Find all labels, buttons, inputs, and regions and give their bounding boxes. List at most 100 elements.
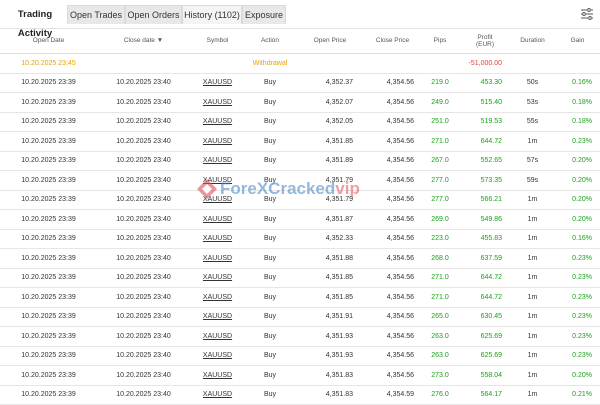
table-row[interactable]: 10.20.2025 23:39 10.20.2025 23:40 XAUUSD Bu… [0, 326, 600, 347]
cell-close-date: 10.20.2025 23:40 [97, 385, 190, 405]
cell-symbol[interactable]: XAUUSD [190, 209, 245, 230]
cell-close-price: 4,354.56 [365, 287, 420, 308]
cell-open-price: 4,351.85 [295, 268, 365, 288]
cell-symbol[interactable]: XAUUSD [190, 385, 245, 405]
cell-action: Buy [245, 170, 295, 191]
cell-action: Buy [245, 326, 295, 347]
col-open-date[interactable]: Open Date [0, 28, 97, 54]
col-action[interactable]: Action [245, 28, 295, 54]
col-profit[interactable]: Profit (EUR) [460, 28, 510, 54]
cell-open-price: 4,352.07 [295, 92, 365, 113]
cell-duration: 1m [510, 385, 555, 405]
cell-symbol[interactable]: XAUUSD [190, 151, 245, 171]
cell-duration: 53s [510, 92, 555, 113]
table-header-row: Open Date Close date ▼ Symbol Action Ope… [0, 28, 600, 54]
table-row[interactable]: 10.20.2025 23:39 10.20.2025 23:40 XAUUSD Bu… [0, 307, 600, 327]
cell-symbol[interactable]: XAUUSD [190, 190, 245, 210]
col-close-price[interactable]: Close Price [365, 28, 420, 54]
cell-gain: 0.23% [555, 307, 600, 327]
cell-symbol[interactable]: XAUUSD [190, 326, 245, 347]
cell-symbol[interactable]: XAUUSD [190, 73, 245, 93]
withdrawal-row: 10.20.2025 23:45 Withdrawal -51,000.00 [0, 53, 600, 74]
cell-pips: 271.0 [420, 268, 460, 288]
cell-open-price: 4,351.79 [295, 190, 365, 210]
cell-duration: 59s [510, 170, 555, 191]
cell-pips: 223.0 [420, 229, 460, 249]
cell-action: Buy [245, 365, 295, 386]
tab-exposure[interactable]: Exposure [242, 5, 286, 24]
table-row[interactable]: 10.20.2025 23:39 10.20.2025 23:40 XAUUSD Bu… [0, 346, 600, 366]
cell-open-price: 4,352.37 [295, 73, 365, 93]
cell-pips: 269.0 [420, 209, 460, 230]
cell-profit: 573.35 [460, 170, 510, 191]
tab-trading-activity[interactable]: Trading Activity [0, 5, 70, 39]
cell-open-price: 4,351.85 [295, 131, 365, 152]
cell-close-date: 10.20.2025 23:40 [97, 73, 190, 93]
cell-gain: 0.23% [555, 346, 600, 366]
cell-gain: 0.18% [555, 92, 600, 113]
table-row[interactable]: 10.20.2025 23:39 10.20.2025 23:40 XAUUSD Bu… [0, 92, 600, 113]
col-gain[interactable]: Gain [555, 28, 600, 54]
tab-open-trades[interactable]: Open Trades [67, 5, 125, 24]
cell-symbol[interactable]: XAUUSD [190, 365, 245, 386]
sort-desc-icon: ▼ [156, 37, 164, 44]
col-open-price[interactable]: Open Price [295, 28, 365, 54]
table-row[interactable]: 10.20.2025 23:39 10.20.2025 23:40 XAUUSD Bu… [0, 209, 600, 230]
cell-close-date: 10.20.2025 23:40 [97, 365, 190, 386]
col-duration[interactable]: Duration [510, 28, 555, 54]
cell-profit: 519.53 [460, 112, 510, 132]
cell-open-date: 10.20.2025 23:39 [0, 73, 97, 93]
cell-action: Buy [245, 209, 295, 230]
cell-symbol[interactable]: XAUUSD [190, 170, 245, 191]
table-row[interactable]: 10.20.2025 23:39 10.20.2025 23:40 XAUUSD Bu… [0, 365, 600, 386]
cell-close-date: 10.20.2025 23:40 [97, 151, 190, 171]
table-row[interactable]: 10.20.2025 23:39 10.20.2025 23:40 XAUUSD Bu… [0, 268, 600, 288]
cell-duration: 1m [510, 326, 555, 347]
cell-close-date: 10.20.2025 23:40 [97, 326, 190, 347]
cell-close-price: 4,354.56 [365, 73, 420, 93]
cell-action: Buy [245, 190, 295, 210]
col-symbol[interactable]: Symbol [190, 28, 245, 54]
cell-close-date: 10.20.2025 23:40 [97, 131, 190, 152]
cell-pips: 249.0 [420, 92, 460, 113]
cell-symbol[interactable]: XAUUSD [190, 92, 245, 113]
cell-profit: 552.65 [460, 151, 510, 171]
cell-symbol[interactable]: XAUUSD [190, 346, 245, 366]
cell-pips: 271.0 [420, 287, 460, 308]
cell-open-price: 4,351.79 [295, 170, 365, 191]
cell-symbol[interactable]: XAUUSD [190, 307, 245, 327]
table-row[interactable]: 10.20.2025 23:39 10.20.2025 23:40 XAUUSD Bu… [0, 385, 600, 405]
cell-close-price: 4,354.56 [365, 365, 420, 386]
cell-symbol[interactable]: XAUUSD [190, 287, 245, 308]
col-close-date[interactable]: Close date ▼ [97, 28, 190, 54]
table-row[interactable]: 10.20.2025 23:39 10.20.2025 23:40 XAUUSD Bu… [0, 73, 600, 93]
cell-duration: 1m [510, 209, 555, 230]
cell-symbol[interactable]: XAUUSD [190, 229, 245, 249]
cell-open-date: 10.20.2025 23:45 [0, 53, 97, 74]
cell-open-price: 4,351.87 [295, 209, 365, 230]
table-row[interactable]: 10.20.2025 23:39 10.20.2025 23:40 XAUUSD Bu… [0, 287, 600, 308]
cell-pips: 268.0 [420, 248, 460, 269]
table-row[interactable]: 10.20.2025 23:39 10.20.2025 23:40 XAUUSD Bu… [0, 170, 600, 191]
table-row[interactable]: 10.20.2025 23:39 10.20.2025 23:40 XAUUSD Bu… [0, 131, 600, 152]
table-row[interactable]: 10.20.2025 23:39 10.20.2025 23:40 XAUUSD Bu… [0, 190, 600, 210]
sliders-icon[interactable] [580, 7, 594, 21]
cell-close-price: 4,354.59 [365, 385, 420, 405]
cell-symbol[interactable]: XAUUSD [190, 268, 245, 288]
cell-symbol[interactable]: XAUUSD [190, 248, 245, 269]
tab-history[interactable]: History (1102) [182, 5, 242, 24]
cell-open-date: 10.20.2025 23:39 [0, 170, 97, 191]
table-row[interactable]: 10.20.2025 23:39 10.20.2025 23:40 XAUUSD Bu… [0, 229, 600, 249]
table-row[interactable]: 10.20.2025 23:39 10.20.2025 23:40 XAUUSD Bu… [0, 151, 600, 171]
cell-symbol[interactable]: XAUUSD [190, 112, 245, 132]
cell-symbol[interactable]: XAUUSD [190, 131, 245, 152]
table-row[interactable]: 10.20.2025 23:39 10.20.2025 23:40 XAUUSD Bu… [0, 248, 600, 269]
cell-action: Buy [245, 307, 295, 327]
cell-close-price: 4,354.56 [365, 326, 420, 347]
cell-pips: 276.0 [420, 385, 460, 405]
tab-open-orders[interactable]: Open Orders [125, 5, 182, 24]
cell-open-date: 10.20.2025 23:39 [0, 112, 97, 132]
cell-action: Buy [245, 229, 295, 249]
table-row[interactable]: 10.20.2025 23:39 10.20.2025 23:40 XAUUSD Bu… [0, 112, 600, 132]
col-pips[interactable]: Pips [420, 28, 460, 54]
